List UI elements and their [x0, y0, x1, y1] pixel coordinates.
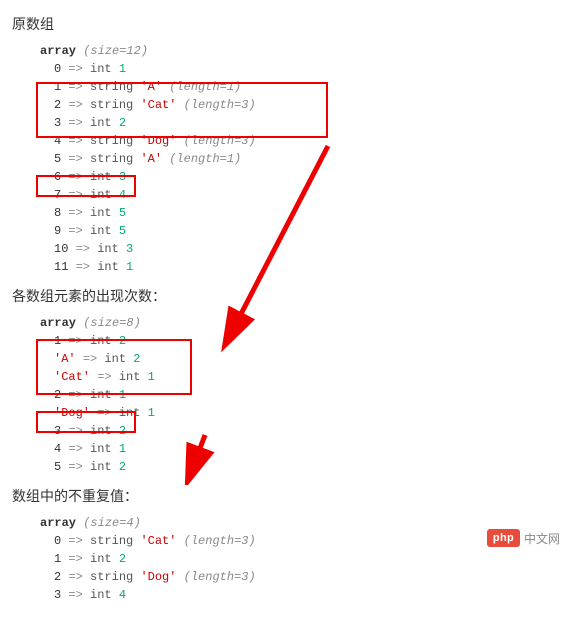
array-row: 2 => string 'Cat' (length=3) — [40, 96, 558, 114]
array-row: 10 => int 3 — [40, 240, 558, 258]
array-row: 2 => string 'Dog' (length=3) — [40, 568, 558, 586]
array-row: 4 => int 1 — [40, 440, 558, 458]
array-row: 7 => int 4 — [40, 186, 558, 204]
array-row: 11 => int 1 — [40, 258, 558, 276]
array-row: 1 => int 2 — [40, 550, 558, 568]
array-header: array (size=12) — [40, 42, 558, 60]
array-row: 1 => string 'A' (length=1) — [40, 78, 558, 96]
array-row: 2 => int 1 — [40, 386, 558, 404]
array-row: 8 => int 5 — [40, 204, 558, 222]
section2-code: array (size=8)1 => int 2'A' => int 2'Cat… — [40, 314, 558, 476]
array-header: array (size=4) — [40, 514, 558, 532]
array-row: 5 => string 'A' (length=1) — [40, 150, 558, 168]
array-row: 'Cat' => int 1 — [40, 368, 558, 386]
section2-title: 各数组元素的出现次数： — [12, 286, 558, 306]
array-row: 3 => int 4 — [40, 586, 558, 604]
array-row: 5 => int 2 — [40, 458, 558, 476]
array-row: 3 => int 2 — [40, 422, 558, 440]
brand-text: 中文网 — [524, 530, 560, 547]
array-row: 6 => int 3 — [40, 168, 558, 186]
brand-badge: php — [487, 529, 520, 547]
section3-title: 数组中的不重复值： — [12, 486, 558, 506]
section1-code: array (size=12)0 => int 11 => string 'A'… — [40, 42, 558, 276]
array-row: 9 => int 5 — [40, 222, 558, 240]
array-row: 4 => string 'Dog' (length=3) — [40, 132, 558, 150]
array-row: 0 => int 1 — [40, 60, 558, 78]
section1-title: 原数组 — [12, 14, 558, 34]
array-row: 3 => int 2 — [40, 114, 558, 132]
array-row: 0 => string 'Cat' (length=3) — [40, 532, 558, 550]
array-row: 1 => int 2 — [40, 332, 558, 350]
array-row: 'A' => int 2 — [40, 350, 558, 368]
section3-code: array (size=4)0 => string 'Cat' (length=… — [40, 514, 558, 604]
array-row: 'Dog' => int 1 — [40, 404, 558, 422]
document-content: 原数组 array (size=12)0 => int 11 => string… — [0, 0, 570, 622]
array-header: array (size=8) — [40, 314, 558, 332]
brand-logo: php 中文网 — [487, 529, 560, 547]
